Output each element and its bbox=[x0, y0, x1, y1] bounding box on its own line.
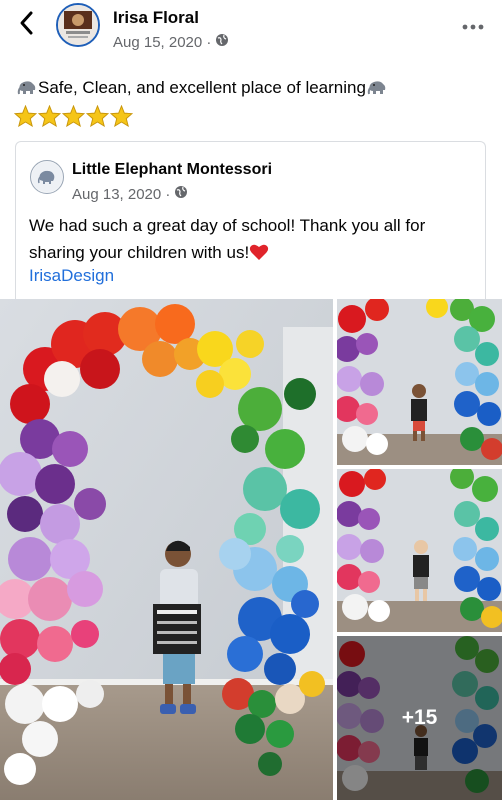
star-icon bbox=[110, 105, 133, 127]
more-photos-overlay[interactable]: +15 bbox=[337, 636, 502, 800]
more-options-icon[interactable] bbox=[462, 10, 484, 36]
elephant-icon bbox=[367, 81, 386, 95]
shared-post-text: We had such a great day of school! Thank… bbox=[29, 212, 479, 266]
post-header: Irisa Floral Aug 15, 2020 · bbox=[0, 0, 502, 60]
star-icon bbox=[86, 105, 109, 127]
post-date[interactable]: Aug 15, 2020 · bbox=[113, 34, 211, 51]
shared-post-date[interactable]: Aug 13, 2020 · bbox=[72, 186, 170, 203]
more-photos-count: +15 bbox=[401, 706, 438, 729]
author-name[interactable]: Irisa Floral bbox=[113, 8, 199, 28]
photo-main[interactable] bbox=[0, 299, 333, 800]
shared-post-card[interactable]: Little Elephant Montessori Aug 13, 2020 … bbox=[15, 141, 486, 299]
star-icon bbox=[38, 105, 61, 127]
shared-post-text-content: We had such a great day of school! Thank… bbox=[29, 216, 426, 262]
back-chevron-icon[interactable] bbox=[18, 10, 34, 40]
shared-author-avatar[interactable] bbox=[30, 160, 64, 194]
star-icon bbox=[62, 105, 85, 127]
photo-top-right[interactable] bbox=[337, 299, 502, 465]
shared-author-name[interactable]: Little Elephant Montessori bbox=[72, 161, 272, 179]
red-heart-icon bbox=[250, 244, 269, 260]
post-meta: Aug 15, 2020 · bbox=[113, 33, 229, 51]
author-avatar[interactable] bbox=[56, 3, 100, 47]
shared-link[interactable]: IrisaDesign bbox=[29, 266, 114, 286]
photo-grid: +15 bbox=[0, 299, 502, 800]
shared-post-meta: Aug 13, 2020 · bbox=[72, 185, 188, 203]
elephant-icon bbox=[17, 81, 36, 95]
photo-middle-right[interactable] bbox=[337, 469, 502, 632]
photo-bottom-right[interactable]: +15 bbox=[337, 636, 502, 800]
globe-icon bbox=[174, 185, 188, 203]
star-icon bbox=[14, 105, 37, 127]
post-text: Safe, Clean, and excellent place of lear… bbox=[16, 76, 486, 100]
globe-icon bbox=[215, 33, 229, 51]
post-text-content: Safe, Clean, and excellent place of lear… bbox=[38, 78, 366, 97]
star-rating bbox=[14, 105, 133, 127]
